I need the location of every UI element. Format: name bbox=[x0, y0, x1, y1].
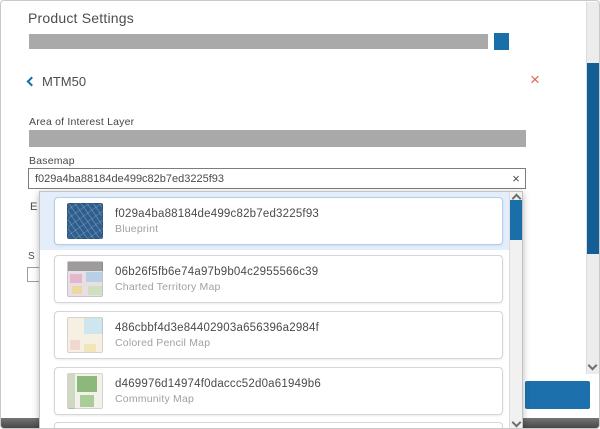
basemap-option-name: Community Map bbox=[115, 393, 321, 405]
basemap-option-name: Blueprint bbox=[115, 223, 319, 235]
community-thumbnail-icon bbox=[67, 373, 103, 409]
basemap-option-name: Colored Pencil Map bbox=[115, 337, 319, 349]
basemap-dropdown: f029a4ba88184de499c82b7ed3225f93 Bluepri… bbox=[39, 191, 523, 429]
basemap-option-id: d469976d14974f0daccc52d0a61949b6 bbox=[115, 378, 321, 390]
basemap-option-id: 06b26f5fb6e74a97b9b04c2955566c39 bbox=[115, 266, 318, 278]
basemap-input[interactable]: f029a4ba88184de499c82b7ed3225f93 × bbox=[28, 168, 526, 189]
aoi-input[interactable] bbox=[29, 130, 526, 147]
basemap-option-blueprint[interactable]: f029a4ba88184de499c82b7ed3225f93 Bluepri… bbox=[54, 197, 503, 245]
basemap-option-id: f029a4ba88184de499c82b7ed3225f93 bbox=[115, 208, 319, 220]
basemap-option-charted-territory[interactable]: 06b26f5fb6e74a97b9b04c2955566c39 Charted… bbox=[54, 255, 503, 303]
chevron-left-icon bbox=[27, 77, 37, 87]
clear-input-icon[interactable]: × bbox=[507, 169, 525, 188]
basemap-input-value: f029a4ba88184de499c82b7ed3225f93 bbox=[29, 173, 507, 185]
basemap-option-colored-pencil[interactable]: 486cbbf4d3e84402903a656396a2984f Colored… bbox=[54, 311, 503, 359]
header-bar-handle[interactable] bbox=[494, 33, 509, 50]
blueprint-thumbnail-icon bbox=[67, 203, 103, 239]
product-settings-dialog: Product Settings MTM50 × Area of Interes… bbox=[0, 0, 600, 429]
back-nav-label: MTM50 bbox=[42, 74, 86, 89]
basemap-option-id: 486cbbf4d3e84402903a656396a2984f bbox=[115, 322, 319, 334]
aoi-field-label: Area of Interest Layer bbox=[29, 116, 134, 128]
obscured-label-fragment: S bbox=[28, 251, 35, 262]
basemap-option-community[interactable]: d469976d14974f0daccc52d0a61949b6 Communi… bbox=[54, 367, 503, 415]
dialog-scrollbar-thumb[interactable] bbox=[587, 63, 599, 254]
basemap-option-name: Charted Territory Map bbox=[115, 281, 318, 293]
dropdown-scrollbar-thumb[interactable] bbox=[510, 200, 523, 240]
page-title: Product Settings bbox=[28, 10, 134, 26]
basemap-field-label: Basemap bbox=[29, 155, 75, 167]
colored-pencil-thumbnail-icon bbox=[67, 317, 103, 353]
back-nav[interactable]: MTM50 bbox=[28, 74, 86, 89]
header-redacted-bar bbox=[29, 34, 488, 49]
charted-territory-thumbnail-icon bbox=[67, 261, 103, 297]
obscured-label-fragment: E bbox=[30, 201, 37, 213]
close-icon[interactable]: × bbox=[530, 71, 540, 88]
primary-action-button[interactable] bbox=[525, 381, 590, 409]
basemap-option-partial[interactable] bbox=[54, 422, 503, 429]
